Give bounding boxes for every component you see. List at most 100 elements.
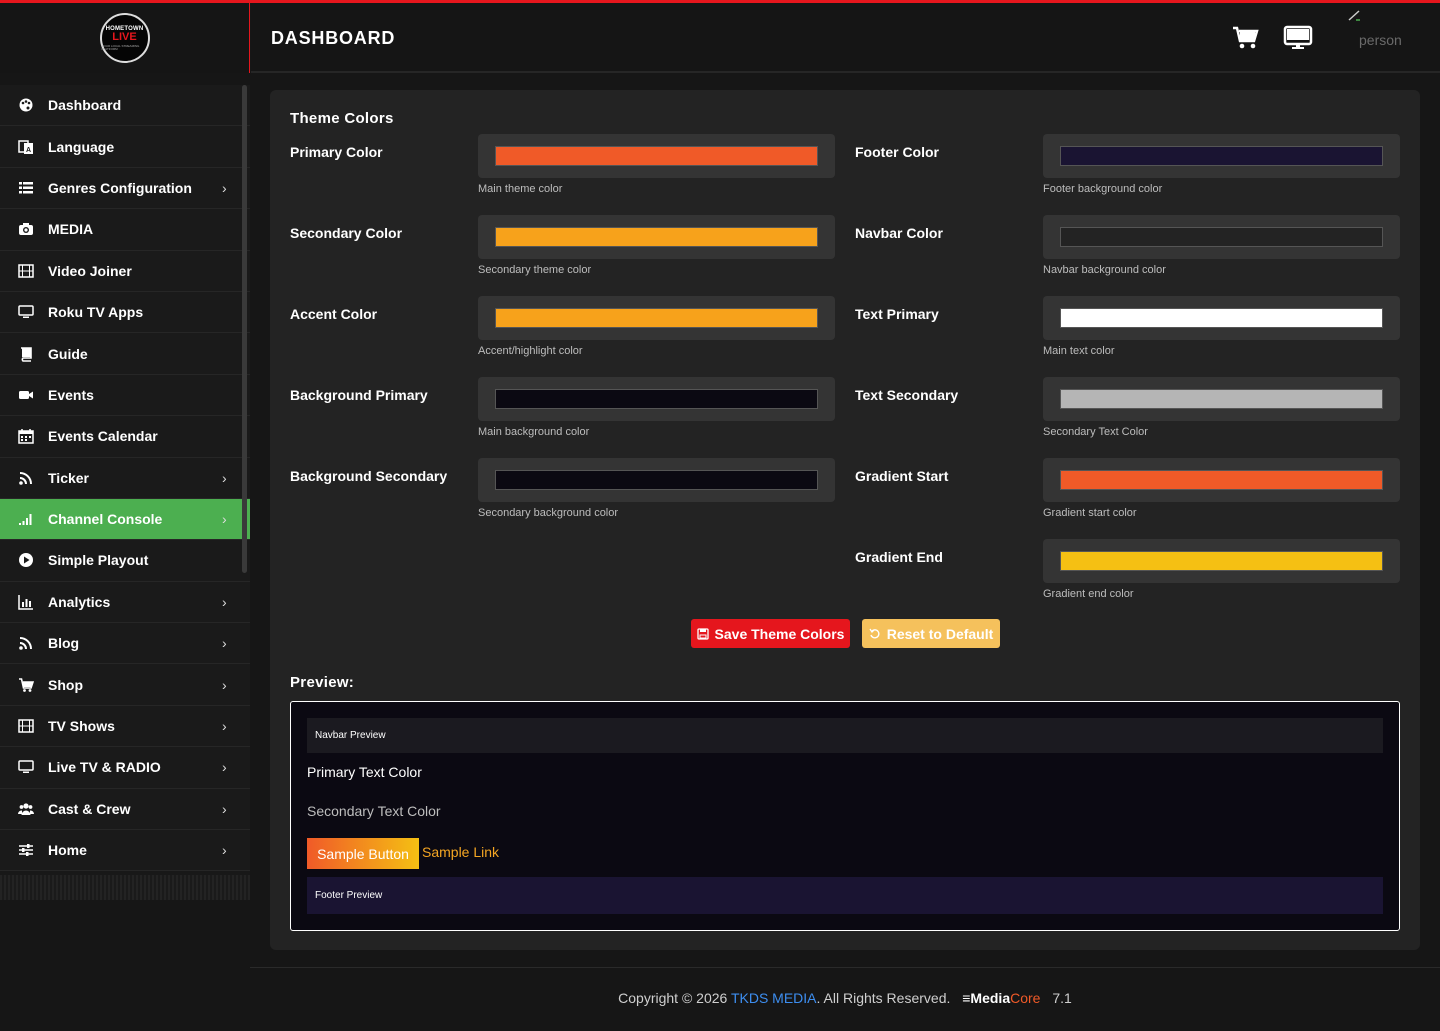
sidebar-item-video-joiner[interactable]: Video Joiner (0, 250, 250, 292)
pencil-icon[interactable] (1347, 9, 1361, 21)
primary-color-help-text: Main theme color (478, 183, 563, 195)
sidebar-item-roku-tv-apps[interactable]: Roku TV Apps (0, 291, 250, 334)
sidebar-item-ticker[interactable]: Ticker › (0, 457, 250, 499)
primary-color-label: Primary Color (290, 144, 383, 160)
chevron-right-icon: › (222, 469, 227, 486)
video-icon (16, 387, 36, 403)
reset-default-button[interactable]: Reset to Default (862, 619, 1000, 648)
text-secondary-swatch[interactable] (1060, 389, 1383, 409)
sidebar-item-language[interactable]: A Language (0, 126, 250, 168)
background-secondary-label: Background Secondary (290, 468, 448, 484)
camera-icon (16, 221, 36, 237)
text-secondary-picker[interactable] (1043, 377, 1400, 421)
accent-color-picker[interactable] (478, 296, 835, 340)
gradient-end-swatch[interactable] (1060, 551, 1383, 571)
chevron-right-icon: › (222, 511, 227, 528)
page-title: DASHBOARD (271, 28, 396, 48)
company-link[interactable]: TKDS MEDIA (731, 990, 817, 1006)
primary-text-preview: Primary Text Color (307, 764, 422, 780)
sidebar-item-channel-console[interactable]: Channel Console › (0, 498, 250, 541)
accent-color-swatch[interactable] (495, 308, 818, 328)
sidebar-item-shop[interactable]: Shop › (0, 664, 250, 706)
sidebar-item-guide[interactable]: Guide (0, 333, 250, 375)
sidebar-item-live-tv-and-radio[interactable]: Live TV & RADIO › (0, 747, 250, 789)
sample-link[interactable]: Sample Link (422, 844, 499, 860)
rss-icon (16, 470, 36, 486)
sidebar-item-simple-playout[interactable]: Simple Playout (0, 540, 250, 582)
sidebar-item-events[interactable]: Events (0, 374, 250, 417)
page-footer: Copyright © 2026 TKDS MEDIA. All Rights … (618, 990, 1072, 1006)
footer-color-picker[interactable] (1043, 134, 1400, 178)
sidebar-item-cast-and-crew[interactable]: Cast & Crew › (0, 788, 250, 831)
sidebar-item-media[interactable]: MEDIA (0, 209, 250, 251)
sidebar-item-label: Home (48, 842, 87, 859)
sidebar-item-label: MEDIA (48, 221, 94, 238)
background-primary-swatch[interactable] (495, 389, 818, 409)
gradient-end-label: Gradient End (855, 549, 943, 565)
film-icon (16, 718, 36, 734)
theme-preview: Navbar Preview Primary Text Color Second… (290, 701, 1400, 931)
sample-button[interactable]: Sample Button (307, 838, 419, 869)
background-primary-picker[interactable] (478, 377, 835, 421)
footer-preview: Footer Preview (307, 877, 1383, 914)
save-theme-button[interactable]: Save Theme Colors (691, 619, 850, 648)
hometown-live-logo[interactable]: HOMETOWN LIVE YOUR LOCAL STREAMING PLATF… (99, 13, 150, 63)
text-primary-picker[interactable] (1043, 296, 1400, 340)
cart-icon[interactable] (1231, 25, 1261, 51)
sidebar-scrollbar[interactable] (242, 85, 247, 573)
calendar-icon (16, 428, 36, 445)
gradient-start-picker[interactable] (1043, 458, 1400, 502)
monitor-icon (16, 304, 36, 320)
monitor-icon (16, 759, 36, 775)
sidebar-item-label: Guide (48, 345, 88, 362)
signal-icon (16, 511, 36, 527)
text-secondary-help-text: Secondary Text Color (1043, 426, 1148, 438)
secondary-text-preview: Secondary Text Color (307, 803, 441, 819)
users-icon (16, 801, 36, 817)
gradient-start-help-text: Gradient start color (1043, 507, 1137, 519)
user-name[interactable]: person (1359, 32, 1402, 48)
navbar-color-picker[interactable] (1043, 215, 1400, 259)
gradient-start-swatch[interactable] (1060, 470, 1383, 490)
gradient-start-label: Gradient Start (855, 468, 949, 484)
gradient-end-picker[interactable] (1043, 539, 1400, 583)
secondary-color-help-text: Secondary theme color (478, 264, 592, 276)
sidebar-item-blog[interactable]: Blog › (0, 623, 250, 665)
text-primary-swatch[interactable] (1060, 308, 1383, 328)
primary-color-swatch[interactable] (495, 146, 818, 166)
monitor-icon[interactable] (1283, 25, 1313, 51)
sidebar-item-events-calendar[interactable]: Events Calendar (0, 416, 250, 458)
footer-color-help-text: Footer background color (1043, 183, 1163, 195)
sliders-icon (16, 842, 36, 858)
theme-panel: Theme Colors Primary Color Main theme col… (270, 90, 1420, 950)
sidebar-item-genres-configuration[interactable]: Genres Configuration › (0, 167, 250, 210)
chevron-right-icon: › (222, 842, 227, 859)
navbar-preview: Navbar Preview (307, 718, 1383, 753)
sidebar-item-home[interactable]: Home › (0, 830, 250, 872)
bar-chart-icon (16, 594, 36, 610)
film-icon (16, 263, 36, 279)
footer-color-swatch[interactable] (1060, 146, 1383, 166)
background-secondary-swatch[interactable] (495, 470, 818, 490)
navbar-color-swatch[interactable] (1060, 227, 1383, 247)
background-primary-help-text: Main background color (478, 426, 590, 438)
navbar-color-label: Navbar Color (855, 225, 943, 241)
sidebar-item-label: Ticker (48, 469, 89, 486)
chevron-right-icon: › (222, 800, 227, 817)
primary-color-picker[interactable] (478, 134, 835, 178)
background-secondary-picker[interactable] (478, 458, 835, 502)
footer-divider (250, 967, 1440, 968)
sidebar-item-label: Roku TV Apps (48, 304, 144, 321)
chevron-right-icon: › (222, 718, 227, 735)
secondary-color-swatch[interactable] (495, 227, 818, 247)
sidebar-item-dashboard[interactable]: Dashboard (0, 85, 250, 127)
secondary-color-picker[interactable] (478, 215, 835, 259)
sidebar-item-label: Events (48, 386, 94, 403)
navbar-color-help-text: Navbar background color (1043, 264, 1166, 276)
sidebar-item-label: Genres Configuration (48, 179, 192, 196)
version-number: 7.1 (1052, 990, 1072, 1006)
background-primary-label: Background Primary (290, 387, 428, 403)
sidebar-item-analytics[interactable]: Analytics › (0, 581, 250, 624)
sidebar-item-tv-shows[interactable]: TV Shows › (0, 705, 250, 748)
logo-area: HOMETOWN LIVE YOUR LOCAL STREAMING PLATF… (0, 3, 250, 73)
